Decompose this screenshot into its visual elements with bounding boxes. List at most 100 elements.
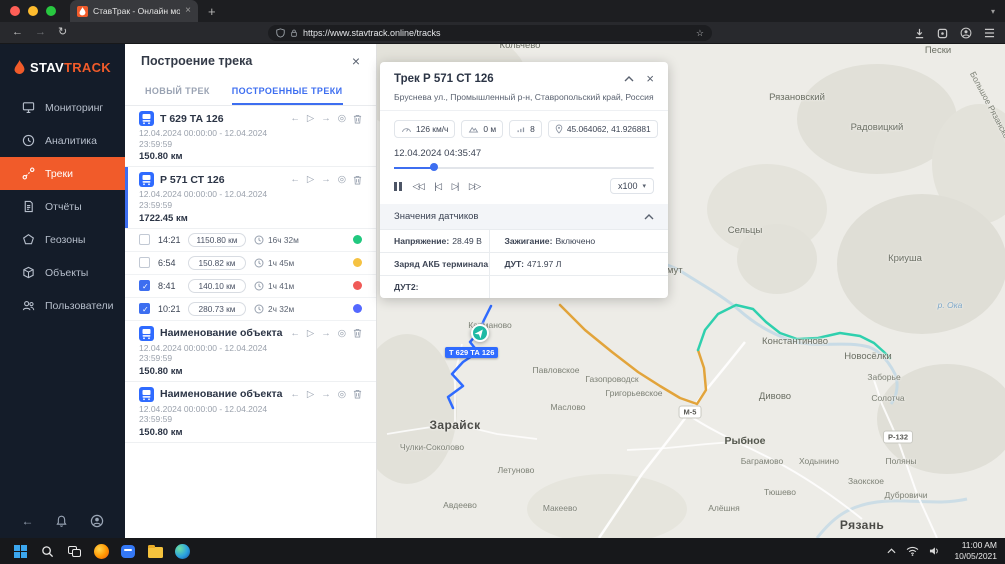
pan-to-start-icon[interactable]: ←	[290, 174, 300, 185]
pause-icon[interactable]	[394, 182, 402, 191]
taskbar-date: 10/05/2021	[954, 551, 997, 562]
pan-to-end-icon[interactable]: →	[321, 389, 331, 400]
wifi-icon[interactable]	[906, 546, 919, 556]
notifications-bell-icon[interactable]	[55, 514, 68, 528]
segment-checkbox[interactable]	[139, 234, 150, 245]
map-label: Поляны	[885, 456, 916, 466]
pan-to-end-icon[interactable]: →	[321, 174, 331, 185]
tab-new-track[interactable]: НОВЫЙ ТРЕК	[145, 77, 210, 105]
track-item[interactable]: Т 629 ТА 126 ← ▷ → ◎ 12.04.2024 00:00:00…	[125, 106, 376, 167]
chat-icon[interactable]	[116, 540, 140, 562]
sidebar-item-tracks[interactable]: Треки	[0, 157, 125, 190]
track-segment-row[interactable]: 6:54 150.82 км 1ч 45м	[125, 252, 376, 275]
delete-track-icon[interactable]	[353, 389, 362, 399]
panel-close-icon[interactable]: ×	[352, 53, 360, 69]
menu-icon[interactable]	[984, 28, 995, 38]
pan-to-end-icon[interactable]: →	[321, 328, 331, 339]
map-label: Рязань	[840, 518, 884, 532]
sidebar: STAVTRACK Мониторинг Аналитика Треки От	[0, 44, 125, 538]
step-forward-icon[interactable]: ▷|	[452, 181, 458, 192]
pan-to-end-icon[interactable]: →	[321, 113, 331, 124]
playback-speed-select[interactable]: x100 ▾	[610, 178, 654, 194]
locate-track-icon[interactable]: ◎	[338, 113, 346, 124]
track-segment-row[interactable]: 8:41 140.10 км 1ч 41м	[125, 275, 376, 298]
segment-checkbox[interactable]	[139, 280, 150, 291]
taskbar-clock[interactable]: 11:00 AM 10/05/2021	[954, 540, 997, 561]
collapse-sidebar-icon[interactable]: ←	[22, 515, 34, 527]
back-icon[interactable]: ←	[12, 27, 23, 38]
delete-track-icon[interactable]	[353, 175, 362, 185]
tab-built-tracks[interactable]: ПОСТРОЕННЫЕ ТРЕКИ	[232, 77, 343, 105]
sidebar-item-analytics[interactable]: Аналитика	[0, 124, 125, 157]
account-icon[interactable]	[90, 514, 104, 528]
extensions-icon[interactable]	[937, 28, 948, 39]
delete-track-icon[interactable]	[353, 328, 362, 338]
play-track-icon[interactable]: ▷	[307, 113, 314, 124]
pan-to-start-icon[interactable]: ←	[290, 113, 300, 124]
sensors-section-header[interactable]: Значения датчиков	[380, 204, 668, 229]
track-item[interactable]: Наименование объекта ← ▷ → ◎ 12.04.2024 …	[125, 382, 376, 443]
sidebar-item-label: Геозоны	[45, 234, 85, 246]
detail-close-icon[interactable]: ×	[646, 72, 654, 85]
pan-to-start-icon[interactable]: ←	[290, 328, 300, 339]
segment-time: 10:21	[158, 304, 188, 314]
rewind-icon[interactable]: ◁◁	[413, 181, 424, 192]
play-track-icon[interactable]: ▷	[307, 389, 314, 400]
pin-icon	[555, 124, 563, 134]
play-track-icon[interactable]: ▷	[307, 174, 314, 185]
volume-icon[interactable]	[929, 546, 940, 556]
new-tab-button[interactable]: +	[208, 5, 216, 18]
collapse-chevron-up-icon[interactable]	[624, 76, 634, 82]
bookmark-star-icon[interactable]: ☆	[696, 28, 704, 39]
track-segment-row[interactable]: 10:21 280.73 км 2ч 32м	[125, 298, 376, 321]
road-badge-m5: М-5	[679, 406, 702, 419]
browser-tab[interactable]: СтавТрак - Онлайн монитор... ×	[70, 0, 198, 22]
document-icon	[22, 200, 35, 213]
window-minimize-button[interactable]	[28, 6, 38, 16]
sidebar-item-label: Пользователи	[45, 300, 114, 312]
track-item-selected[interactable]: Р 571 СТ 126 ← ▷ → ◎ 12.04.2024 00:00:00…	[125, 167, 376, 228]
delete-track-icon[interactable]	[353, 114, 362, 124]
forward-icon[interactable]: →	[35, 27, 46, 38]
locate-track-icon[interactable]: ◎	[338, 328, 346, 339]
map-label: Солотча	[871, 393, 904, 403]
slider-thumb[interactable]	[430, 163, 438, 171]
track-segment-row[interactable]: 14:21 1150.80 км 16ч 32м	[125, 229, 376, 252]
fast-forward-icon[interactable]: ▷▷	[469, 181, 480, 192]
window-close-button[interactable]	[10, 6, 20, 16]
vehicle-marker[interactable]	[471, 324, 489, 342]
profile-icon[interactable]	[960, 27, 972, 39]
window-zoom-button[interactable]	[46, 6, 56, 16]
edge-icon[interactable]	[170, 540, 194, 562]
segment-checkbox[interactable]	[139, 303, 150, 314]
sidebar-item-objects[interactable]: Объекты	[0, 256, 125, 289]
sidebar-item-geozones[interactable]: Геозоны	[0, 223, 125, 256]
tab-close-icon[interactable]: ×	[185, 6, 191, 16]
file-explorer-icon[interactable]	[143, 540, 167, 562]
task-view-icon[interactable]	[62, 540, 86, 562]
pan-to-start-icon[interactable]: ←	[290, 389, 300, 400]
shield-icon[interactable]	[276, 28, 285, 38]
altitude-stat: 0 м	[461, 120, 503, 138]
firefox-icon[interactable]	[89, 540, 113, 562]
sidebar-item-label: Треки	[45, 168, 73, 180]
tab-list-chevron-icon[interactable]: ▾	[991, 7, 995, 16]
taskbar-search-icon[interactable]	[35, 540, 59, 562]
step-back-icon[interactable]: |◁	[434, 181, 440, 192]
locate-track-icon[interactable]: ◎	[338, 174, 346, 185]
map-label: Баграмово	[741, 456, 784, 466]
url-bar[interactable]: https://www.stavtrack.online/tracks ☆	[268, 25, 712, 41]
playback-slider[interactable]	[394, 163, 654, 172]
segment-checkbox[interactable]	[139, 257, 150, 268]
sidebar-item-monitoring[interactable]: Мониторинг	[0, 91, 125, 124]
downloads-icon[interactable]	[914, 28, 925, 39]
sidebar-item-users[interactable]: Пользователи	[0, 289, 125, 322]
tray-chevron-up-icon[interactable]	[887, 548, 896, 554]
sidebar-item-reports[interactable]: Отчёты	[0, 190, 125, 223]
reload-icon[interactable]: ↻	[58, 27, 67, 38]
start-button[interactable]	[8, 540, 32, 562]
locate-track-icon[interactable]: ◎	[338, 389, 346, 400]
play-track-icon[interactable]: ▷	[307, 328, 314, 339]
vehicle-map-badge[interactable]: Т 629 ТА 126	[445, 347, 498, 358]
track-item[interactable]: Наименование объекта ← ▷ → ◎ 12.04.2024 …	[125, 321, 376, 382]
